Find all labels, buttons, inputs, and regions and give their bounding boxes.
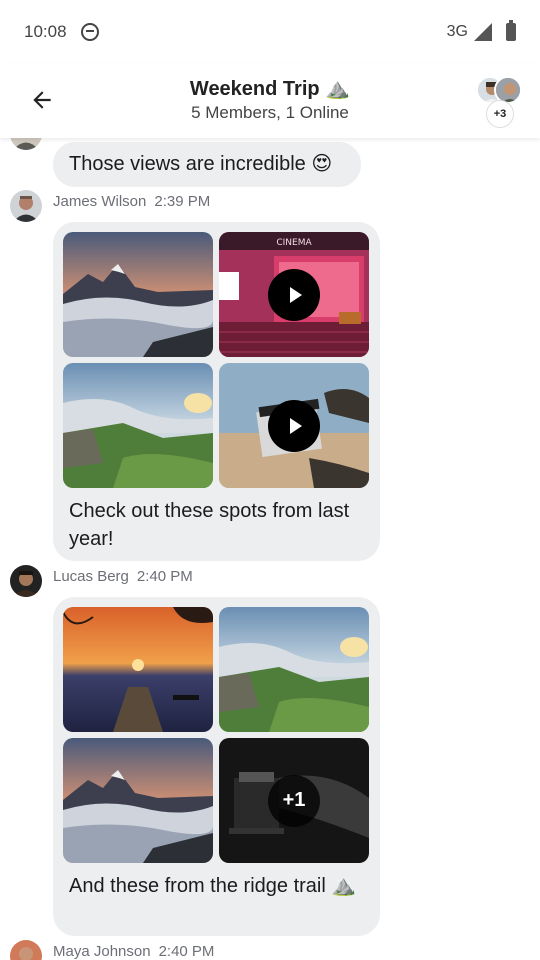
sender-name: Maya Johnson [53,943,151,960]
video-thumbnail[interactable] [219,363,369,488]
play-icon[interactable] [268,268,320,321]
sender-name: Lucas Berg [53,568,129,585]
more-media-thumbnail[interactable]: +1 [219,738,369,863]
battery-icon [506,20,516,41]
avatar[interactable] [10,138,42,150]
status-time: 10:08 [24,22,67,41]
chat-header: Weekend Trip ⛰️ 5 Members, 1 Online +3 [0,64,540,138]
avatar[interactable] [10,940,42,960]
group-info[interactable]: Weekend Trip ⛰️ 5 Members, 1 Online [0,76,540,123]
message-text: Those views are incredible 😍 [69,153,333,175]
message-meta: Lucas Berg 2:40 PM [53,568,193,585]
message-time: 2:39 PM [154,193,211,210]
video-thumbnail[interactable]: CINEMA [219,232,369,357]
message-list[interactable]: Those views are incredible 😍 James Wilso… [0,138,540,960]
group-subtitle: 5 Members, 1 Online [191,103,349,122]
sender-name: James Wilson [53,193,147,210]
message-meta: James Wilson 2:39 PM [53,193,210,210]
cinema-sign-text: CINEMA [276,238,312,248]
media-message-bubble[interactable]: CINEMA Check out these spots from last y… [53,222,380,561]
message-time: 2:40 PM [136,568,193,585]
photo-thumbnail[interactable] [63,363,213,488]
network-type: 3G [446,23,468,40]
message-time: 2:40 PM [158,943,215,960]
message-text: Check out these spots from last year! [69,500,350,550]
status-bar: 10:08 3G [0,0,540,64]
signal-icon [474,23,492,41]
photo-thumbnail[interactable] [63,607,213,732]
notification-icon [80,23,99,41]
photo-thumbnail[interactable] [63,738,213,863]
more-media-count: +1 [268,774,320,827]
play-icon[interactable] [268,399,320,452]
status-indicators: 3G [446,20,516,41]
message-text: And these from the ridge trail ⛰️ [69,875,357,897]
photo-thumbnail[interactable] [219,607,369,732]
message-meta: Maya Johnson 2:40 PM [53,943,214,960]
media-message-bubble[interactable]: +1 And these from the ridge trail ⛰️ [53,597,380,936]
more-members-badge: +3 [486,100,514,128]
member-avatars[interactable]: +3 [476,76,526,128]
avatar[interactable] [10,565,42,597]
group-title: Weekend Trip ⛰️ [189,78,351,100]
photo-thumbnail[interactable] [63,232,213,357]
message-bubble[interactable]: Those views are incredible 😍 [53,142,361,187]
avatar[interactable] [10,190,42,222]
